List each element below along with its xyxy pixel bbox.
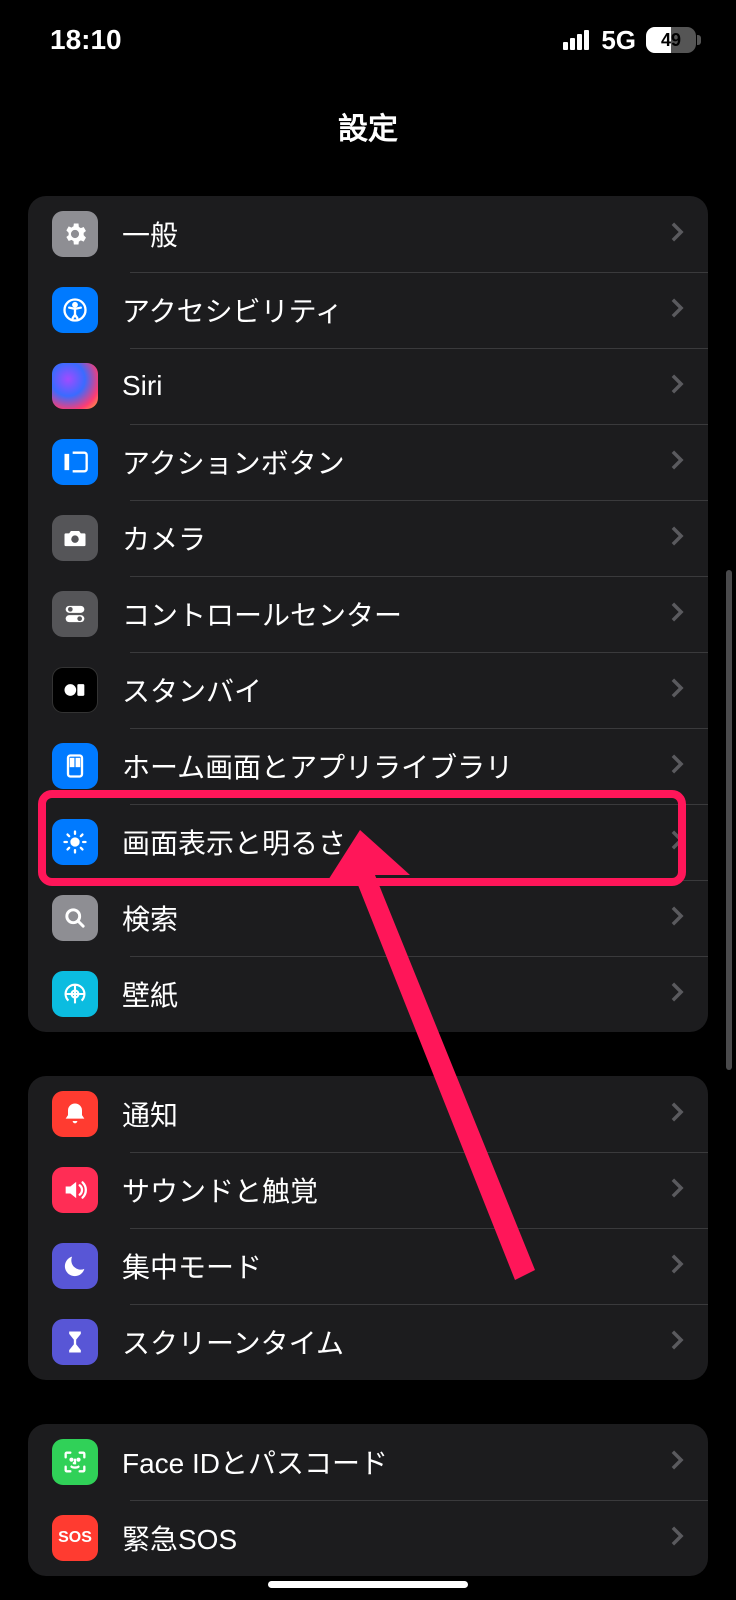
- siri-icon: [52, 363, 98, 409]
- row-siri[interactable]: Siri: [28, 348, 708, 424]
- search-icon: [52, 895, 98, 941]
- row-focus[interactable]: 集中モード: [28, 1228, 708, 1304]
- chevron-right-icon: [670, 677, 684, 704]
- chevron-right-icon: [670, 525, 684, 552]
- network-label: 5G: [601, 25, 636, 56]
- row-control-center[interactable]: コントロールセンター: [28, 576, 708, 652]
- row-accessibility[interactable]: アクセシビリティ: [28, 272, 708, 348]
- battery-icon: 49: [646, 27, 696, 53]
- face-id-icon: [52, 1439, 98, 1485]
- chevron-right-icon: [670, 1101, 684, 1128]
- gear-icon: [52, 211, 98, 257]
- row-face-id[interactable]: Face IDとパスコード: [28, 1424, 708, 1500]
- chevron-right-icon: [670, 373, 684, 400]
- hourglass-icon: [52, 1319, 98, 1365]
- status-time: 18:10: [50, 24, 122, 56]
- row-label: サウンドと触覚: [122, 1170, 670, 1210]
- home-screen-icon: [52, 743, 98, 789]
- row-general[interactable]: 一般: [28, 196, 708, 272]
- moon-icon: [52, 1243, 98, 1289]
- row-label: ホーム画面とアプリライブラリ: [122, 746, 670, 786]
- row-sos[interactable]: SOS 緊急SOS: [28, 1500, 708, 1576]
- chevron-right-icon: [670, 1525, 684, 1552]
- chevron-right-icon: [670, 905, 684, 932]
- row-label: 集中モード: [122, 1246, 670, 1286]
- chevron-right-icon: [670, 221, 684, 248]
- signal-icon: [563, 30, 589, 50]
- row-label: スクリーンタイム: [122, 1322, 670, 1362]
- row-standby[interactable]: スタンバイ: [28, 652, 708, 728]
- page-title: 設定: [0, 80, 736, 196]
- home-indicator[interactable]: [268, 1581, 468, 1588]
- sos-icon: SOS: [52, 1515, 98, 1561]
- chevron-right-icon: [670, 601, 684, 628]
- row-label: Siri: [122, 370, 670, 402]
- chevron-right-icon: [670, 1449, 684, 1476]
- row-label: 画面表示と明るさ: [122, 822, 670, 862]
- row-label: Face IDとパスコード: [122, 1442, 670, 1482]
- row-home-screen[interactable]: ホーム画面とアプリライブラリ: [28, 728, 708, 804]
- row-action-button[interactable]: アクションボタン: [28, 424, 708, 500]
- row-label: 検索: [122, 898, 670, 938]
- row-label: 壁紙: [122, 974, 670, 1014]
- action-button-icon: [52, 439, 98, 485]
- speaker-icon: [52, 1167, 98, 1213]
- chevron-right-icon: [670, 829, 684, 856]
- row-label: スタンバイ: [122, 670, 670, 710]
- row-label: カメラ: [122, 518, 670, 558]
- bell-icon: [52, 1091, 98, 1137]
- status-bar: 18:10 5G 49: [0, 0, 736, 80]
- settings-group-3: Face IDとパスコード SOS 緊急SOS: [28, 1424, 708, 1576]
- status-right: 5G 49: [563, 25, 696, 56]
- accessibility-icon: [52, 287, 98, 333]
- scroll-indicator[interactable]: [726, 570, 732, 1070]
- chevron-right-icon: [670, 753, 684, 780]
- row-camera[interactable]: カメラ: [28, 500, 708, 576]
- chevron-right-icon: [670, 449, 684, 476]
- wallpaper-icon: [52, 971, 98, 1017]
- row-screen-time[interactable]: スクリーンタイム: [28, 1304, 708, 1380]
- chevron-right-icon: [670, 1329, 684, 1356]
- row-label: アクセシビリティ: [122, 290, 670, 330]
- row-wallpaper[interactable]: 壁紙: [28, 956, 708, 1032]
- row-notifications[interactable]: 通知: [28, 1076, 708, 1152]
- chevron-right-icon: [670, 297, 684, 324]
- control-center-icon: [52, 591, 98, 637]
- row-sounds[interactable]: サウンドと触覚: [28, 1152, 708, 1228]
- row-label: 一般: [122, 214, 670, 254]
- settings-group-2: 通知 サウンドと触覚 集中モード スクリーンタイム: [28, 1076, 708, 1380]
- brightness-icon: [52, 819, 98, 865]
- settings-group-1: 一般 アクセシビリティ Siri アクションボタン カメラ コントロールセンター: [28, 196, 708, 1032]
- standby-icon: [52, 667, 98, 713]
- row-search[interactable]: 検索: [28, 880, 708, 956]
- battery-level: 49: [646, 30, 696, 51]
- row-label: アクションボタン: [122, 442, 670, 482]
- camera-icon: [52, 515, 98, 561]
- row-label: 緊急SOS: [122, 1518, 670, 1558]
- row-display[interactable]: 画面表示と明るさ: [28, 804, 708, 880]
- chevron-right-icon: [670, 1177, 684, 1204]
- chevron-right-icon: [670, 1253, 684, 1280]
- chevron-right-icon: [670, 981, 684, 1008]
- row-label: 通知: [122, 1094, 670, 1134]
- row-label: コントロールセンター: [122, 594, 670, 634]
